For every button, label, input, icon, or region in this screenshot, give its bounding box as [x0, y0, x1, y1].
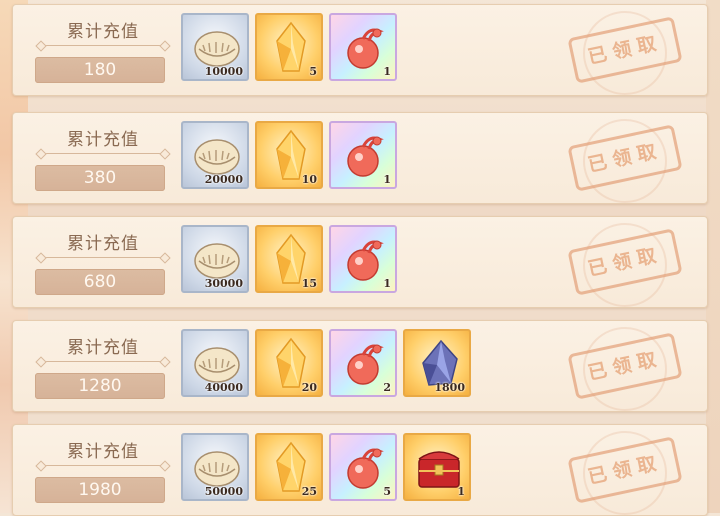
recharge-label: 累计充值 180 [33, 13, 173, 91]
item-quantity: 20000 [204, 173, 243, 186]
reward-item[interactable]: 1800 [403, 329, 471, 397]
item-quantity: 1 [383, 173, 391, 186]
item-quantity: 30000 [204, 277, 243, 290]
reward-row: 累计充值 1280 40000 20 2 1800 已领取 [12, 320, 708, 412]
reward-item[interactable]: 20000 [181, 121, 249, 189]
recharge-title: 累计充值 [67, 234, 139, 254]
reward-item[interactable]: 1 [403, 433, 471, 501]
recharge-label: 累计充值 1280 [33, 329, 173, 407]
recharge-title: 累计充值 [67, 338, 139, 358]
reward-item[interactable]: 50000 [181, 433, 249, 501]
reward-item[interactable]: 10 [255, 121, 323, 189]
reward-item[interactable]: 5 [329, 433, 397, 501]
reward-item[interactable]: 25 [255, 433, 323, 501]
item-quantity: 5 [309, 65, 317, 78]
reward-item[interactable]: 2 [329, 329, 397, 397]
reward-item[interactable]: 10000 [181, 13, 249, 81]
item-quantity: 1 [383, 65, 391, 78]
reward-item[interactable]: 5 [255, 13, 323, 81]
recharge-amount: 380 [35, 165, 165, 191]
item-quantity: 50000 [204, 485, 243, 498]
recharge-label: 累计充值 380 [33, 121, 173, 199]
item-quantity: 1 [457, 485, 465, 498]
recharge-title: 累计充值 [67, 442, 139, 462]
item-quantity: 40000 [204, 381, 243, 394]
reward-item[interactable]: 1 [329, 225, 397, 293]
item-quantity: 25 [301, 485, 317, 498]
reward-item[interactable]: 1 [329, 121, 397, 189]
reward-item[interactable]: 40000 [181, 329, 249, 397]
ornament-divider [41, 465, 165, 466]
recharge-title: 累计充值 [67, 22, 139, 42]
reward-item[interactable]: 15 [255, 225, 323, 293]
item-quantity: 1800 [434, 381, 465, 394]
item-quantity: 20 [301, 381, 317, 394]
ornament-divider [41, 257, 165, 258]
ornament-divider [41, 361, 165, 362]
recharge-label: 累计充值 680 [33, 225, 173, 303]
reward-row: 累计充值 1980 50000 25 5 1 已领取 [12, 424, 708, 516]
item-quantity: 15 [301, 277, 317, 290]
reward-row: 累计充值 680 30000 15 1 已领取 [12, 216, 708, 308]
reward-item[interactable]: 30000 [181, 225, 249, 293]
ornament-divider [41, 45, 165, 46]
ornament-divider [41, 153, 165, 154]
item-quantity: 5 [383, 485, 391, 498]
reward-item[interactable]: 20 [255, 329, 323, 397]
background-art-right [706, 0, 720, 513]
reward-row: 累计充值 380 20000 10 1 已领取 [12, 112, 708, 204]
recharge-amount: 1280 [35, 373, 165, 399]
recharge-amount: 180 [35, 57, 165, 83]
recharge-amount: 680 [35, 269, 165, 295]
item-quantity: 2 [383, 381, 391, 394]
reward-item[interactable]: 1 [329, 13, 397, 81]
recharge-title: 累计充值 [67, 130, 139, 150]
reward-row: 累计充值 180 10000 5 1 已领取 [12, 4, 708, 96]
recharge-label: 累计充值 1980 [33, 433, 173, 511]
item-quantity: 10000 [204, 65, 243, 78]
item-quantity: 1 [383, 277, 391, 290]
item-quantity: 10 [301, 173, 317, 186]
recharge-amount: 1980 [35, 477, 165, 503]
